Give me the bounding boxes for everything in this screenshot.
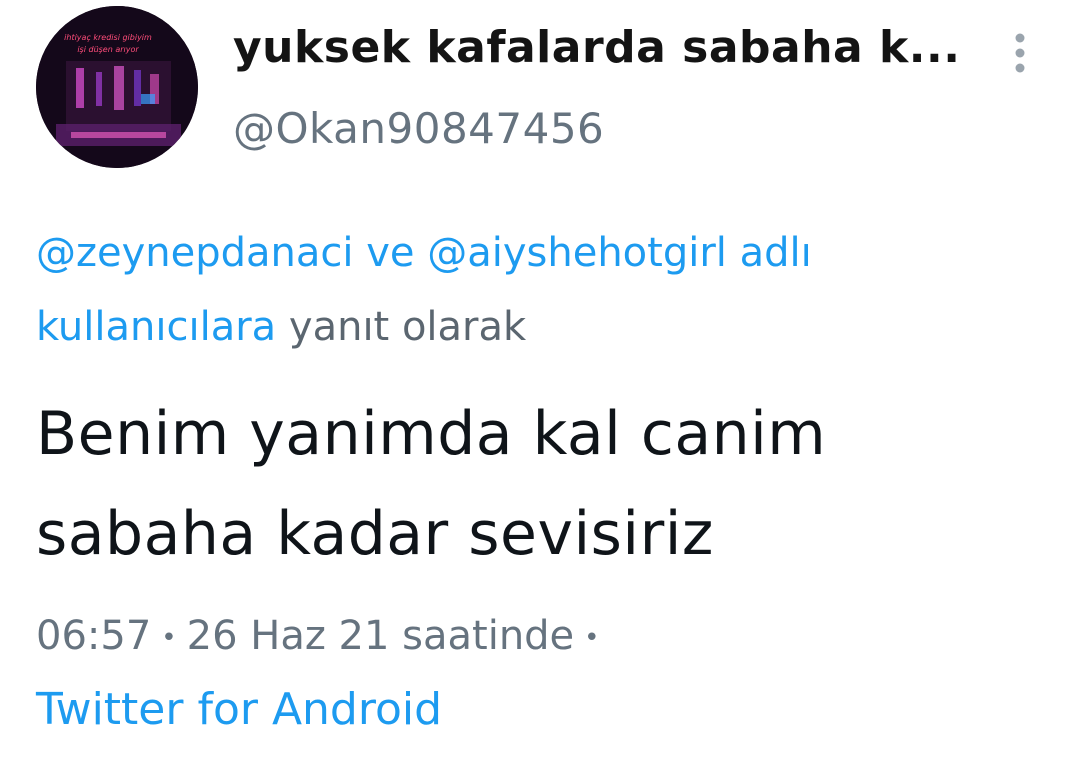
reply-users-link[interactable]: adlı [727, 230, 812, 276]
tweet-date[interactable]: 26 Haz 21 saatinde [187, 613, 575, 659]
tweet-meta: 06:57 • 26 Haz 21 saatinde • [36, 608, 610, 666]
mention-link[interactable]: @aiyshehotgirl [427, 230, 727, 276]
reply-users-link[interactable]: kullanıcılara [36, 304, 276, 350]
more-vertical-icon[interactable] [1006, 30, 1034, 76]
neon-bar-image: ihtiyaç kredisi gibiyim işi düşen arıyor [36, 6, 198, 168]
tweet-text-line: sabaha kadar sevisiriz [36, 499, 714, 569]
tweet-detail: ihtiyaç kredisi gibiyim işi düşen arıyor… [0, 0, 1080, 763]
neon-sign-line2: işi düşen arıyor [77, 45, 139, 54]
author-handle[interactable]: @Okan90847456 [233, 104, 604, 153]
tweet-text: Benim yanimda kal canim sabaha kadar sev… [36, 384, 1046, 584]
avatar[interactable]: ihtiyaç kredisi gibiyim işi düşen arıyor [36, 6, 198, 168]
separator-dot: • [584, 623, 600, 653]
reply-context: @zeynepdanaci ve @aiyshehotgirl adlı kull… [36, 216, 1046, 364]
tweet-text-line: Benim yanimda kal canim [36, 399, 827, 469]
tweet-time[interactable]: 06:57 [36, 613, 151, 659]
tweet-source-link[interactable]: Twitter for Android [36, 680, 442, 740]
author-display-name[interactable]: yuksek kafalarda sabaha k... [233, 22, 960, 73]
reply-tail-text: yanıt olarak [276, 304, 527, 350]
reply-connector[interactable]: ve [354, 230, 428, 276]
separator-dot: • [161, 623, 177, 653]
mention-link[interactable]: @zeynepdanaci [36, 230, 354, 276]
neon-sign-line1: ihtiyaç kredisi gibiyim [64, 33, 152, 42]
